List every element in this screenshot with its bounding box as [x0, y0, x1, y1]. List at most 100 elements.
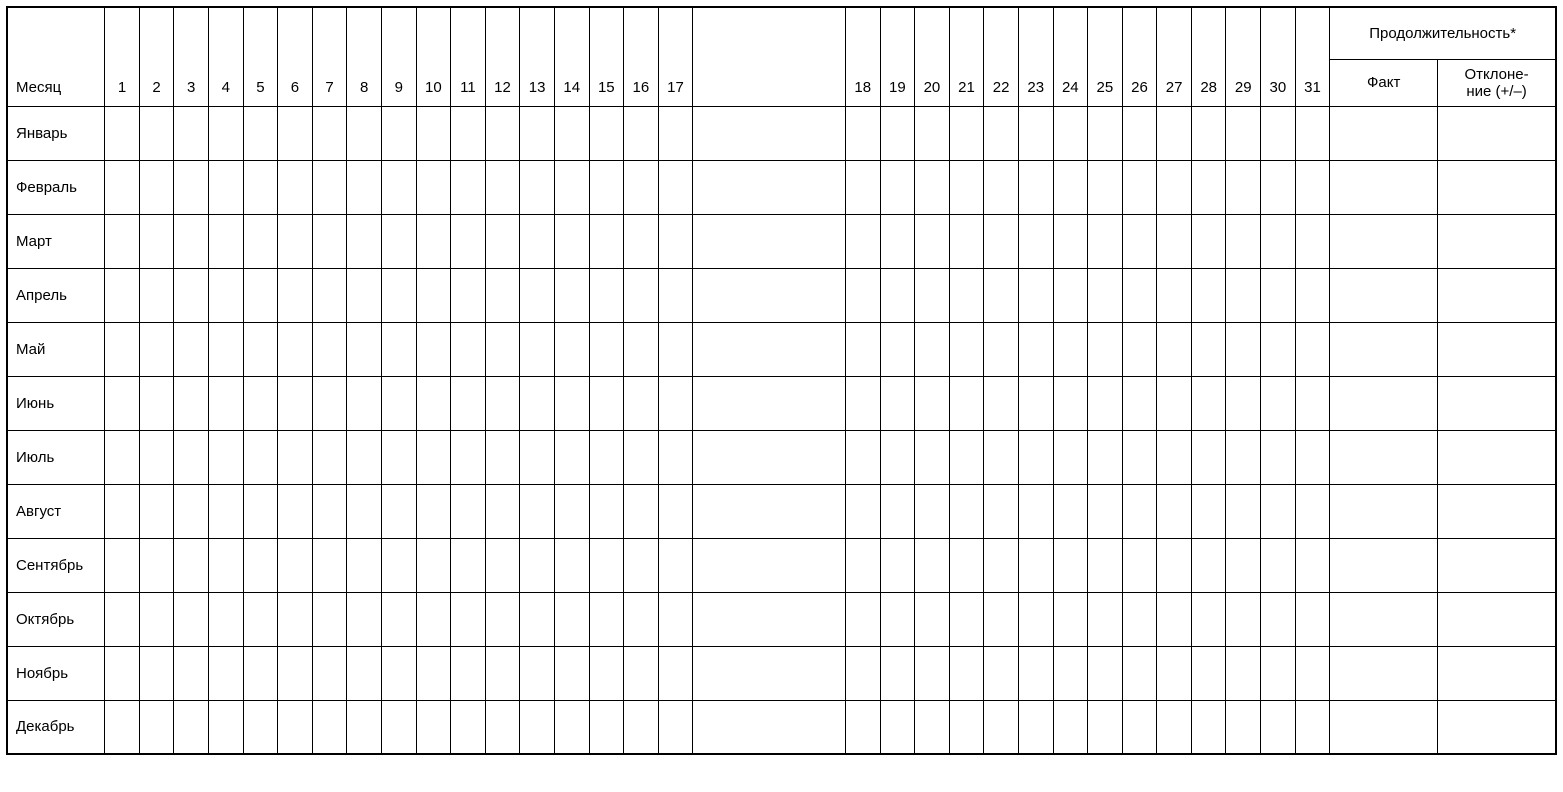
day-cell [416, 592, 451, 646]
day-cell [1261, 268, 1296, 322]
day-cell [208, 592, 243, 646]
day-cell [1053, 106, 1088, 160]
day-header: 5 [243, 7, 278, 106]
deviation-cell [1438, 214, 1556, 268]
day-cell [880, 322, 915, 376]
day-cell [1226, 160, 1261, 214]
deviation-cell [1438, 430, 1556, 484]
day-cell [1122, 646, 1157, 700]
day-cell [451, 268, 486, 322]
table-row: Июнь [7, 376, 1556, 430]
day-cell [1226, 538, 1261, 592]
day-cell [880, 646, 915, 700]
day-cell [1261, 430, 1296, 484]
day-cell [1295, 106, 1330, 160]
day-cell [1122, 322, 1157, 376]
day-cell [589, 538, 624, 592]
day-cell [105, 538, 140, 592]
day-cell [1018, 484, 1053, 538]
deviation-cell [1438, 322, 1556, 376]
day-cell [658, 322, 693, 376]
day-cell [1295, 484, 1330, 538]
day-cell [589, 106, 624, 160]
day-cell [554, 484, 589, 538]
day-header: 12 [485, 7, 520, 106]
day-cell [1088, 214, 1123, 268]
day-cell [416, 268, 451, 322]
day-cell [880, 484, 915, 538]
day-cell [658, 214, 693, 268]
day-cell [1088, 106, 1123, 160]
day-cell [139, 160, 174, 214]
day-cell [949, 160, 984, 214]
day-cell [451, 322, 486, 376]
day-cell [347, 484, 382, 538]
day-cell [174, 376, 209, 430]
day-cell [658, 106, 693, 160]
day-cell [845, 160, 880, 214]
day-cell [624, 592, 659, 646]
day-cell [1157, 160, 1192, 214]
day-cell [554, 322, 589, 376]
table-row: Сентябрь [7, 538, 1556, 592]
day-cell [347, 538, 382, 592]
day-cell [520, 700, 555, 754]
day-cell [451, 214, 486, 268]
day-cell [485, 484, 520, 538]
day-cell [658, 700, 693, 754]
day-cell [624, 700, 659, 754]
table-row: Декабрь [7, 700, 1556, 754]
gap-cell [693, 160, 846, 214]
day-cell [1053, 214, 1088, 268]
day-cell [1157, 322, 1192, 376]
day-cell [915, 268, 950, 322]
day-cell [381, 106, 416, 160]
day-cell [1261, 592, 1296, 646]
day-cell [1191, 106, 1226, 160]
table-row: Февраль [7, 160, 1556, 214]
day-cell [949, 700, 984, 754]
day-cell [347, 376, 382, 430]
day-cell [1295, 268, 1330, 322]
day-cell [1295, 646, 1330, 700]
day-cell [381, 646, 416, 700]
day-header: 31 [1295, 7, 1330, 106]
table-row: Октябрь [7, 592, 1556, 646]
day-cell [381, 484, 416, 538]
day-cell [347, 700, 382, 754]
day-cell [1018, 160, 1053, 214]
day-cell [278, 700, 313, 754]
day-cell [278, 106, 313, 160]
day-cell [880, 430, 915, 484]
day-cell [624, 322, 659, 376]
day-cell [139, 592, 174, 646]
day-cell [347, 214, 382, 268]
day-cell [139, 106, 174, 160]
fact-column-header: Факт [1330, 59, 1438, 106]
day-cell [381, 430, 416, 484]
day-cell [589, 160, 624, 214]
gap-cell [693, 484, 846, 538]
day-cell [451, 646, 486, 700]
day-cell [1122, 214, 1157, 268]
day-cell [1088, 268, 1123, 322]
day-cell [1191, 268, 1226, 322]
table-row: Апрель [7, 268, 1556, 322]
gap-cell [693, 268, 846, 322]
month-cell: Ноябрь [7, 646, 105, 700]
day-cell [174, 646, 209, 700]
day-cell [139, 268, 174, 322]
day-cell [624, 484, 659, 538]
day-cell [1157, 430, 1192, 484]
day-cell [1122, 376, 1157, 430]
day-header: 19 [880, 7, 915, 106]
fact-cell [1330, 376, 1438, 430]
day-cell [589, 592, 624, 646]
day-cell [554, 646, 589, 700]
day-cell [208, 430, 243, 484]
day-cell [554, 214, 589, 268]
day-cell [1226, 214, 1261, 268]
day-cell [520, 106, 555, 160]
table-row: Май [7, 322, 1556, 376]
day-cell [105, 376, 140, 430]
